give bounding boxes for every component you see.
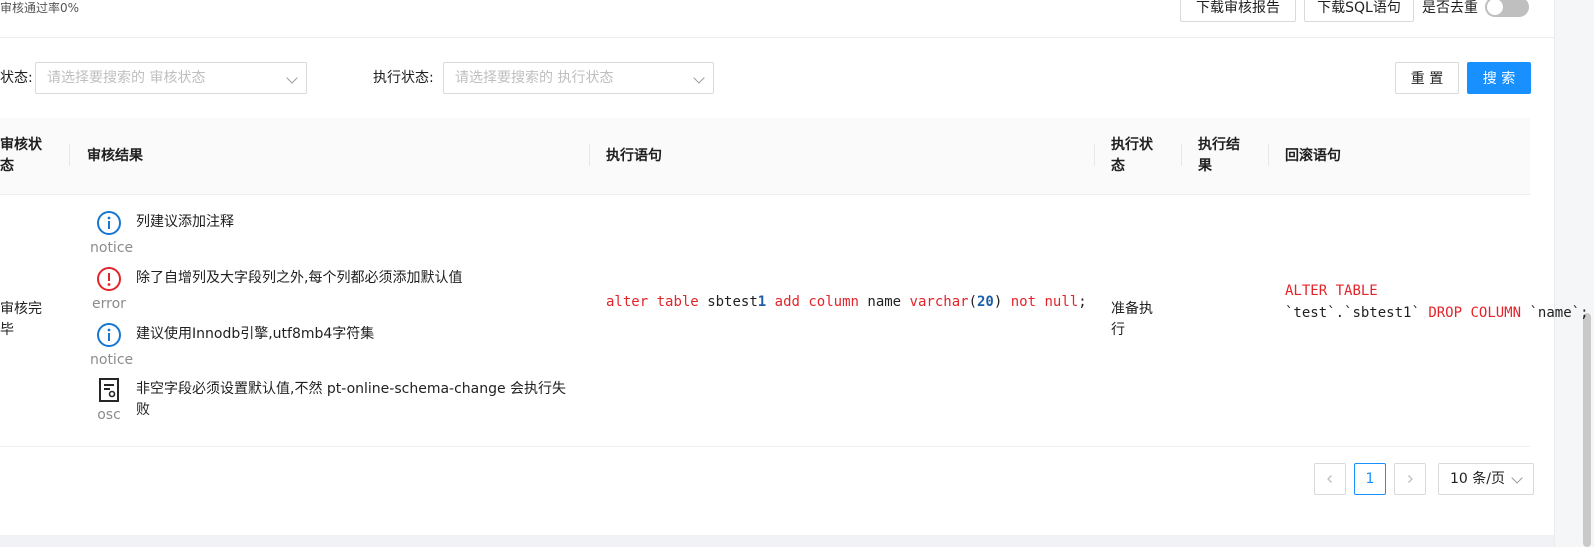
result-level: error (92, 296, 126, 312)
column-divider (69, 144, 70, 166)
next-page-button[interactable] (1394, 463, 1426, 495)
column-header-audit-status[interactable]: 审核状态 (0, 135, 44, 177)
page-size-select[interactable]: 10 条/页 (1438, 463, 1534, 495)
document-icon (99, 378, 119, 402)
cell-audit-status: 审核完毕 (0, 301, 42, 338)
column-divider (1181, 144, 1182, 166)
chevron-left-icon (1327, 475, 1332, 483)
result-message: 除了自增列及大字段列之外,每个列都必须添加默认值 (136, 270, 463, 286)
audit-result-item: osc 非空字段必须设置默认值,不然 pt-online-schema-chan… (96, 377, 586, 432)
column-header-exec-sql[interactable]: 执行语句 (606, 146, 662, 167)
chevron-down-icon (693, 72, 705, 84)
column-header-exec-status[interactable]: 执行状态 (1111, 135, 1155, 177)
result-level: notice (90, 240, 134, 256)
pass-rate-text: 审核通过率0% (0, 1, 80, 15)
chevron-right-icon (1408, 475, 1413, 483)
column-divider (1094, 144, 1095, 166)
prev-page-button[interactable] (1314, 463, 1346, 495)
chevron-down-icon (286, 72, 298, 84)
audit-result-item: notice 建议使用Innodb引擎,utf8mb4字符集 (90, 322, 586, 377)
result-message: 列建议添加注释 (136, 214, 234, 230)
column-header-exec-result[interactable]: 执行结果 (1198, 135, 1242, 177)
rollback-sql-code: ALTER TABLE `test`.`sbtest1` DROP COLUMN… (1285, 283, 1589, 321)
search-button[interactable]: 搜 索 (1467, 62, 1531, 94)
column-divider (1268, 144, 1269, 166)
toggle-knob (1487, 0, 1503, 15)
result-message: 建议使用Innodb引擎,utf8mb4字符集 (136, 326, 375, 342)
audit-status-placeholder: 请选择要搜索的 审核状态 (47, 70, 206, 86)
column-divider (589, 144, 590, 166)
download-sql-button[interactable]: 下载SQL语句 (1304, 0, 1414, 22)
cell-exec-sql: alter table sbtest1 add column name varc… (606, 291, 1087, 313)
download-report-button[interactable]: 下载审核报告 (1180, 0, 1296, 22)
audit-result-item: error 除了自增列及大字段列之外,每个列都必须添加默认值 (92, 266, 586, 321)
audit-result-item: notice 列建议添加注释 (90, 210, 586, 265)
column-header-audit-result[interactable]: 审核结果 (87, 146, 143, 167)
info-icon (97, 211, 121, 235)
page-number-button[interactable]: 1 (1354, 463, 1386, 495)
table-row-divider (0, 446, 1530, 447)
exec-sql-code: alter table sbtest1 add column name varc… (606, 294, 1087, 310)
page-size-value: 10 条/页 (1450, 471, 1505, 487)
dedupe-toggle[interactable] (1485, 0, 1529, 17)
reset-button[interactable]: 重 置 (1395, 62, 1459, 94)
exec-status-filter-label: 执行状态: (373, 70, 434, 86)
error-icon (97, 267, 121, 291)
exec-status-select[interactable]: 请选择要搜索的 执行状态 (443, 62, 714, 94)
column-header-rollback-sql[interactable]: 回滚语句 (1285, 146, 1341, 167)
audit-status-filter-label: 状态: (0, 70, 33, 86)
info-icon (97, 323, 121, 347)
result-message: 非空字段必须设置默认值,不然 pt-online-schema-change 会… (136, 381, 567, 418)
dedupe-label: 是否去重 (1422, 0, 1478, 16)
result-level: osc (97, 407, 121, 423)
cell-exec-status: 准备执行 (1111, 301, 1153, 338)
exec-status-placeholder: 请选择要搜索的 执行状态 (455, 70, 614, 86)
toolbar-divider (0, 37, 1554, 38)
chevron-down-icon (1511, 472, 1523, 484)
scrollbar-thumb[interactable] (1583, 313, 1591, 547)
result-level: notice (90, 352, 134, 368)
cell-rollback-sql: ALTER TABLE `test`.`sbtest1` DROP COLUMN… (1285, 280, 1589, 324)
page-footer-strip (0, 535, 1554, 547)
audit-status-select[interactable]: 请选择要搜索的 审核状态 (35, 62, 307, 94)
